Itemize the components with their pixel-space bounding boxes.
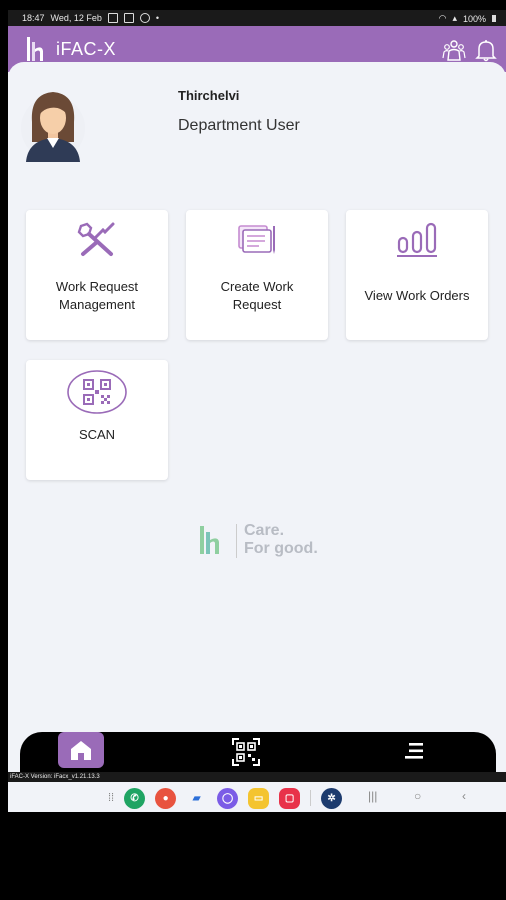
- version-bar: iFAC-X Version: iFacx_v1.21.13.3: [8, 772, 506, 782]
- status-time: 18:47: [22, 13, 45, 23]
- nav-home-button[interactable]: [58, 732, 104, 768]
- gallery-notification-icon: [107, 13, 118, 23]
- user-avatar: [21, 92, 85, 162]
- tile-label-line1: Create Work: [220, 279, 294, 294]
- app-drawer-icon[interactable]: ⁞⁞: [108, 792, 114, 804]
- home-system-button[interactable]: ○: [414, 789, 421, 803]
- brand-footer: Care. For good.: [188, 522, 338, 562]
- brand-tagline-line1: Care.: [244, 522, 285, 539]
- settings-app-icon[interactable]: ✲: [321, 787, 343, 809]
- tile-label: SCAN: [78, 427, 116, 442]
- files-app-icon[interactable]: ▭: [248, 787, 270, 809]
- qr-code-icon: [67, 370, 127, 414]
- more-notifications-icon: •: [155, 13, 160, 23]
- qr-scan-icon[interactable]: [232, 738, 260, 766]
- company-logo: [200, 526, 219, 554]
- status-bar: 18:47 Wed, 12 Feb • ◠ ▴ 100%: [8, 10, 506, 26]
- user-name: Thirchelvi: [178, 88, 240, 103]
- system-navigation-bar: ⁞⁞ ✆ ● ▰ ◯ ▭ ▢ ✲ ||| ○ ‹: [8, 782, 506, 812]
- app-dock: ⁞⁞ ✆ ● ▰ ◯ ▭ ▢ ✲: [108, 787, 343, 809]
- bell-icon[interactable]: [474, 38, 498, 62]
- messages-app-icon[interactable]: ▰: [186, 788, 207, 809]
- app-logo: [27, 37, 43, 61]
- wifi-icon: ◠: [438, 13, 447, 23]
- signal-icon: ▴: [452, 13, 457, 23]
- check-notification-icon: [123, 13, 134, 23]
- tile-label-line1: Work Request: [55, 279, 139, 294]
- battery-icon: [492, 15, 496, 22]
- user-role: Department User: [178, 117, 300, 134]
- bar-chart-icon: [397, 222, 437, 257]
- tile-label-line2: Request: [232, 297, 282, 312]
- contacts-app-icon[interactable]: ●: [155, 787, 177, 809]
- documents-icon: [238, 225, 275, 254]
- brand-tagline-line2: For good.: [244, 540, 318, 557]
- team-icon[interactable]: [442, 38, 466, 62]
- battery-level: 100%: [462, 13, 486, 24]
- brand-divider: [236, 524, 237, 558]
- main-content: Thirchelvi Department User Work Request …: [8, 62, 506, 762]
- tile-label: View Work Orders: [364, 288, 470, 303]
- app-title: iFAC-X: [56, 39, 117, 59]
- status-date: Wed, 12 Feb: [50, 13, 102, 23]
- tile-view-work-orders[interactable]: View Work Orders: [346, 210, 488, 340]
- tools-icon: [77, 222, 115, 256]
- browser-app-icon[interactable]: ◯: [217, 787, 239, 809]
- back-button[interactable]: ‹: [462, 789, 466, 803]
- home-icon: [71, 741, 91, 760]
- tile-work-request-management[interactable]: Work Request Management: [26, 210, 168, 340]
- media-app-icon[interactable]: ▢: [279, 787, 301, 809]
- recents-button[interactable]: |||: [368, 789, 377, 803]
- tile-scan[interactable]: SCAN: [26, 360, 168, 480]
- device-screen: 18:47 Wed, 12 Feb • ◠ ▴ 100% iFAC-X Thir…: [8, 10, 506, 812]
- tile-create-work-request[interactable]: Create Work Request: [186, 210, 328, 340]
- phone-app-icon[interactable]: ✆: [124, 787, 146, 809]
- settings-notification-icon: [139, 13, 150, 23]
- dock-divider: [310, 790, 312, 806]
- menu-icon[interactable]: [404, 742, 424, 760]
- tile-label-line2: Management: [59, 297, 135, 312]
